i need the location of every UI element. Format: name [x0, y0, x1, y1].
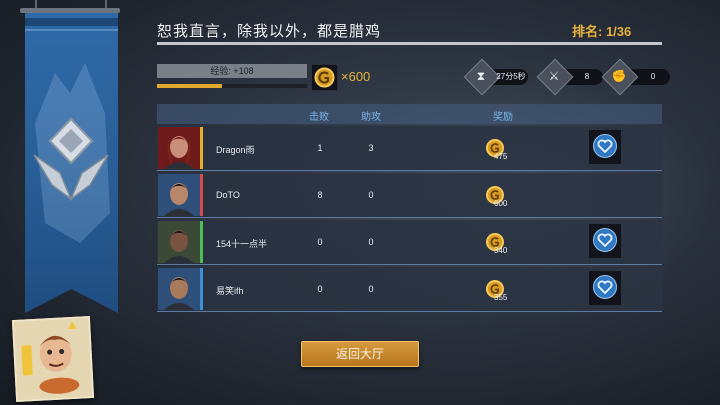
player-kills: 0 [317, 237, 323, 247]
row-divider [157, 264, 662, 265]
page-title: 恕我直言，除我以外，都是腊鸡 [157, 23, 382, 40]
like-button[interactable] [589, 224, 621, 258]
player-name: Dragon雨 [216, 145, 255, 155]
player-portrait [158, 221, 200, 263]
player-name: DoTO [216, 190, 240, 200]
rank-label: 排名: 1/36 [572, 24, 632, 39]
avatar-cartoon-icon [14, 318, 92, 400]
sword-icon: ⚔ [548, 69, 560, 83]
row-divider [157, 311, 662, 312]
player-assists: 0 [368, 284, 374, 294]
player-assists: 0 [368, 190, 374, 200]
like-button-circle [593, 134, 617, 158]
player-assists: 0 [368, 237, 374, 247]
portrait-icon [164, 277, 194, 310]
exp-progress-fill [157, 84, 222, 88]
team-color-bar [200, 221, 203, 263]
table-header [157, 104, 662, 124]
like-button-circle [593, 275, 617, 299]
row-divider [157, 170, 662, 171]
return-lobby-button[interactable]: 返回大厅 [301, 341, 419, 367]
coin-icon [314, 67, 335, 88]
player-reward: 340 [494, 246, 508, 255]
row-divider [157, 217, 662, 218]
player-kills: 8 [317, 190, 323, 200]
kills-value: 8 [584, 72, 590, 81]
player-assists: 3 [368, 143, 374, 153]
like-button-circle [593, 228, 617, 252]
assists-value: 0 [650, 72, 656, 81]
rank-emblem-icon [33, 117, 109, 202]
player-kills: 1 [317, 143, 323, 153]
player-name: 易笑ifh [216, 286, 244, 296]
team-color-bar [200, 268, 203, 310]
exp-label: 经验: +108 [210, 66, 254, 76]
column-assists: 助攻 [361, 112, 381, 123]
hourglass-icon: ⧗ [476, 69, 486, 83]
coin-icon-box [311, 64, 338, 91]
player-avatar[interactable] [11, 316, 95, 402]
banner-stripe [25, 29, 118, 31]
title-divider [157, 42, 662, 45]
portrait-icon [164, 183, 194, 216]
player-name: 154十一点半 [216, 239, 268, 249]
player-portrait [158, 268, 200, 310]
time-value: 27分5秒 [496, 72, 526, 81]
heart-icon [597, 280, 613, 295]
player-portrait [158, 174, 200, 216]
like-button[interactable] [589, 130, 621, 164]
player-kills: 0 [317, 284, 323, 294]
team-color-bar [200, 174, 203, 216]
player-reward: 355 [494, 293, 508, 302]
like-button[interactable] [589, 271, 621, 305]
banner-rod [20, 8, 120, 13]
portrait-icon [164, 230, 194, 263]
player-portrait [158, 127, 200, 169]
coin-amount: ×600 [341, 69, 371, 84]
team-color-bar [200, 127, 203, 169]
heart-icon [597, 139, 613, 154]
fist-icon: ✊ [611, 69, 627, 83]
player-reward: 475 [494, 152, 508, 161]
column-kills: 击败 [309, 112, 329, 123]
portrait-icon [164, 136, 194, 169]
banner-stripe [25, 18, 118, 26]
heart-icon [597, 233, 613, 248]
column-reward: 奖励 [493, 112, 513, 123]
player-reward: 600 [494, 199, 508, 208]
